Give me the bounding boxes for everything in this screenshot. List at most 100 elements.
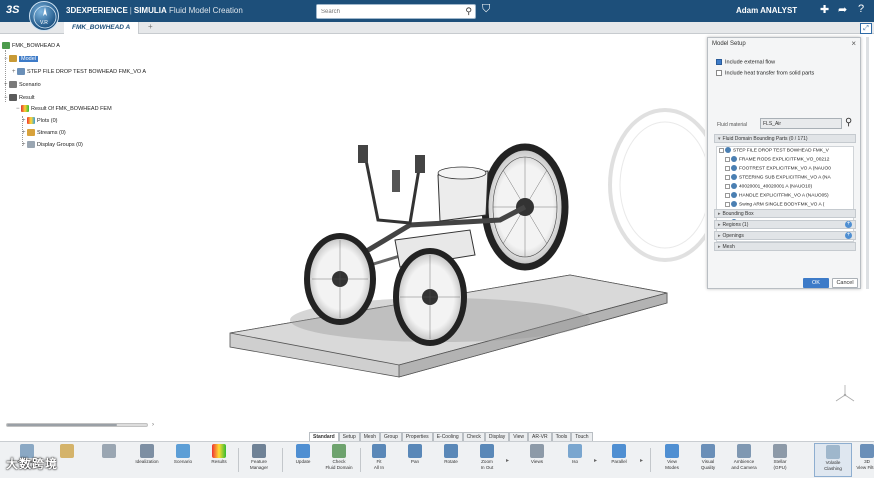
tab-tools[interactable]: Tools: [551, 432, 572, 441]
search-icon[interactable]: ⚲: [465, 6, 472, 17]
part-checkbox[interactable]: [719, 147, 724, 153]
close-icon[interactable]: ×: [851, 39, 856, 48]
view-modes-icon: [665, 444, 679, 458]
fluid-domain-section-header[interactable]: ▾ Fluid Domain Bounding Parts (0 / 171): [714, 134, 856, 143]
results-button[interactable]: Results: [200, 443, 238, 477]
scroll-right-icon[interactable]: ›: [152, 422, 154, 428]
tab-setup[interactable]: Setup: [338, 432, 360, 441]
part-checkbox[interactable]: [725, 183, 730, 189]
user-name[interactable]: Adam ANALYST: [736, 6, 797, 15]
check-fluid-domain-button[interactable]: Check Fluid Domain: [320, 443, 358, 477]
search-input[interactable]: [317, 5, 457, 18]
help-icon[interactable]: ?: [858, 3, 864, 15]
part-checkbox[interactable]: [725, 165, 730, 171]
compass-icon[interactable]: V.R: [29, 1, 59, 31]
part-checkbox[interactable]: [725, 156, 730, 162]
tree-horizontal-scrollbar[interactable]: [6, 423, 148, 427]
fluid-material-field[interactable]: [760, 118, 842, 129]
include-heat-transfer-checkbox[interactable]: Include heat transfer from solid parts: [716, 70, 814, 76]
list-item[interactable]: STEERING SUB EXPLICITFMK_VO A (NA: [725, 174, 831, 182]
tree-step-file[interactable]: + STEP FILE DROP TEST BOWHEAD FMK_VO A: [12, 68, 146, 77]
more-icon[interactable]: ▸: [640, 457, 643, 464]
panel-scrollbar[interactable]: [866, 37, 869, 289]
update-button[interactable]: Update: [284, 443, 322, 477]
idealization-button[interactable]: Idealization: [128, 443, 166, 477]
part-icon: [731, 165, 737, 171]
tree-display-groups[interactable]: + Display Groups (0): [22, 141, 83, 150]
tab-e-cooling[interactable]: E-Cooling: [432, 432, 463, 441]
add-tab-button[interactable]: +: [148, 22, 153, 31]
add-opening-icon[interactable]: +: [845, 232, 852, 239]
tab-group[interactable]: Group: [379, 432, 402, 441]
scrollbar-thumb[interactable]: [7, 424, 117, 426]
rotate-button[interactable]: Rotate: [432, 443, 470, 477]
view-filter-button[interactable]: 3DView Filter: [848, 443, 874, 477]
tab-fmk-bowhead[interactable]: FMK_BOWHEAD A: [64, 22, 140, 34]
share-icon[interactable]: ➦: [838, 3, 847, 16]
more-icon[interactable]: ▸: [506, 457, 509, 464]
tab-mesh[interactable]: Mesh: [359, 432, 380, 441]
checkbox-unchecked-icon[interactable]: [716, 70, 722, 76]
views-button[interactable]: Views: [518, 443, 556, 477]
plots-icon: [27, 117, 35, 125]
tree-streams[interactable]: + Streams (0): [22, 129, 66, 138]
feature-manager-button[interactable]: Feature Manager: [240, 443, 278, 477]
add-icon[interactable]: ✚: [820, 3, 829, 16]
iso-button[interactable]: Iso: [556, 443, 594, 477]
list-item[interactable]: STEP FILE DROP TEST BOWHEAD FMK_V: [719, 147, 829, 155]
tree-model[interactable]: − Model: [4, 55, 38, 64]
volatile-clashing-button[interactable]: Volatile Clashing: [814, 443, 852, 477]
search-box[interactable]: ⚲: [316, 4, 476, 19]
material-search-icon[interactable]: ⚲: [845, 117, 852, 128]
axis-compass-icon[interactable]: [833, 383, 857, 407]
list-item[interactable]: Swing ARM SINGLE BODYFMK_VO A (: [725, 201, 824, 209]
include-external-flow-checkbox[interactable]: Include external flow: [716, 59, 775, 65]
regions-section-header[interactable]: ▸ Regions (1) +: [714, 220, 856, 229]
streams-icon: [27, 129, 35, 137]
checkbox-checked-icon[interactable]: [716, 59, 722, 65]
tab-ar-vr[interactable]: AR-VR: [528, 432, 552, 441]
tab-standard[interactable]: Standard: [309, 432, 339, 441]
tab-properties[interactable]: Properties: [401, 432, 433, 441]
ok-button[interactable]: OK: [803, 278, 829, 288]
view-modes-button[interactable]: View Modes: [653, 443, 691, 477]
cancel-button[interactable]: Cancel: [832, 278, 858, 288]
tree-result-of[interactable]: − Result Of FMK_BOWHEAD FEM: [16, 105, 112, 114]
part-checkbox[interactable]: [725, 174, 730, 180]
mesh-section-header[interactable]: ▸ Mesh: [714, 242, 856, 251]
add-region-icon[interactable]: +: [845, 221, 852, 228]
list-item[interactable]: 40020001_40020001 A (NAUO10): [725, 183, 812, 191]
tab-view[interactable]: View: [509, 432, 528, 441]
stellar-gpu-button[interactable]: Stellar (GPU): [761, 443, 799, 477]
fit-all-button[interactable]: Fit All In: [360, 443, 398, 477]
tree-root[interactable]: FMK_BOWHEAD A: [2, 42, 60, 51]
tag-icon[interactable]: ⛉: [482, 3, 490, 16]
openings-section-header[interactable]: ▸ Openings +: [714, 231, 856, 240]
tree-result[interactable]: − Result: [4, 94, 35, 103]
compass-version: V.R: [40, 20, 48, 26]
part-checkbox[interactable]: [725, 201, 730, 207]
tree-plots[interactable]: + Plots (0): [22, 117, 57, 126]
zoom-button[interactable]: Zoom In Out: [468, 443, 506, 477]
list-item[interactable]: FOOTREST EXPLICITFMK_VO A (NAUO0: [725, 165, 831, 173]
tab-display[interactable]: Display: [484, 432, 510, 441]
tab-check[interactable]: Check: [462, 432, 485, 441]
model-setup-panel: Model Setup × Include external flow Incl…: [707, 37, 861, 289]
bounding-box-section-header[interactable]: ▸ Bounding Box: [714, 209, 856, 218]
app-name: Fluid Model Creation: [169, 6, 243, 15]
scenario-button[interactable]: Scenario: [164, 443, 202, 477]
3d-viewport[interactable]: [170, 35, 705, 435]
part-checkbox[interactable]: [725, 192, 730, 198]
tab-touch[interactable]: Touch: [571, 432, 593, 441]
ambience-camera-button[interactable]: Ambience and Camera: [725, 443, 763, 477]
parallel-button[interactable]: Parallel: [600, 443, 638, 477]
tree-scenario[interactable]: + Scenario: [4, 81, 41, 90]
list-item[interactable]: HANDLE EXPLICITFMK_VO A (NAUO05): [725, 192, 829, 200]
list-item[interactable]: FRAME RODS EXPLICITFMK_VO_00212: [725, 156, 829, 164]
tools-button[interactable]: [90, 443, 128, 477]
visual-quality-button[interactable]: Visual Quality: [689, 443, 727, 477]
fullscreen-icon[interactable]: ⤢: [860, 23, 872, 34]
pan-button[interactable]: Pan: [396, 443, 434, 477]
panel-title: Model Setup: [712, 41, 746, 47]
more-icon[interactable]: ▸: [594, 457, 597, 464]
